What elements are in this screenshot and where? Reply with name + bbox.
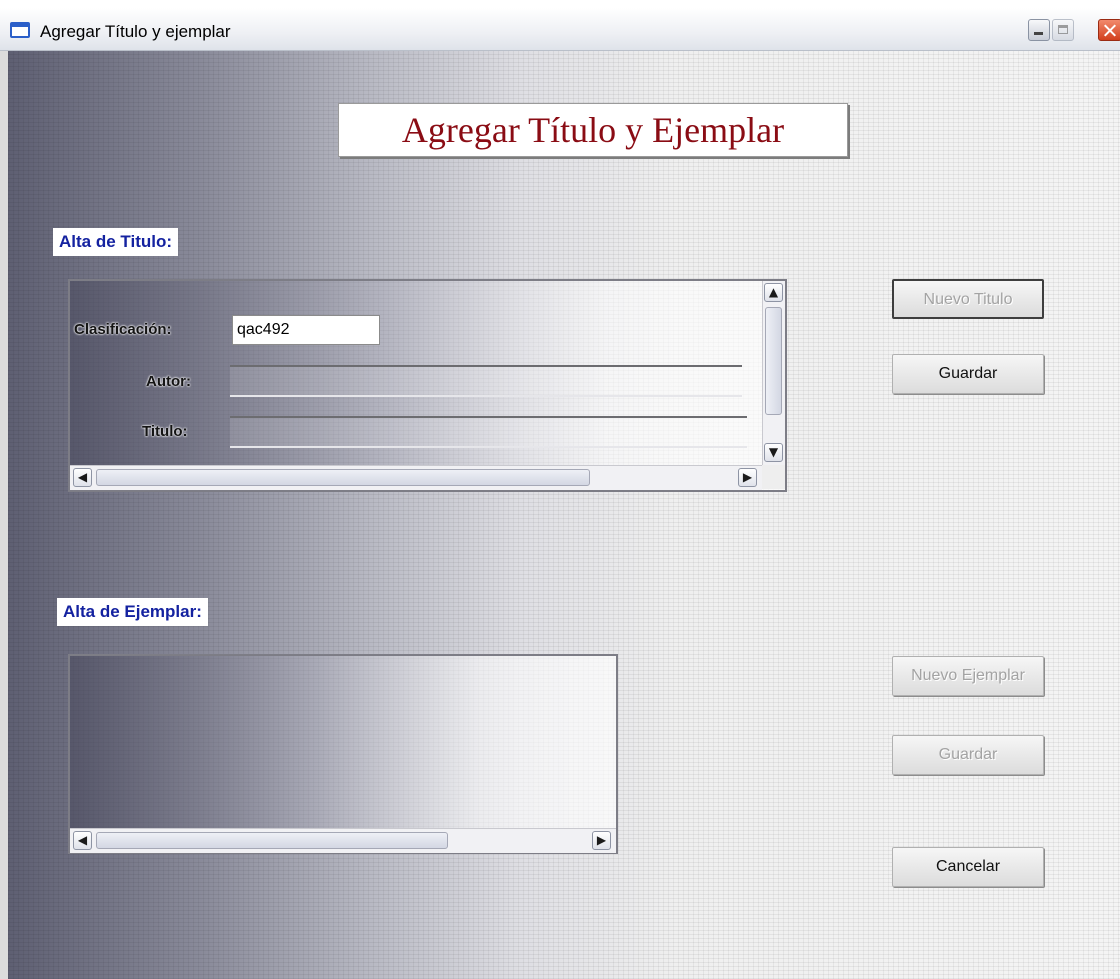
horizontal-scrollbar[interactable]: ◀ ▶ — [70, 465, 762, 490]
nuevo-titulo-button[interactable]: Nuevo Titulo — [892, 279, 1044, 319]
vertical-scrollbar[interactable]: ▲ ▼ — [762, 281, 785, 465]
title-bar[interactable]: Agregar Título y ejemplar — [0, 8, 1120, 51]
horizontal-scroll-thumb[interactable] — [96, 832, 448, 849]
scroll-right-icon[interactable]: ▶ — [592, 831, 611, 850]
close-button[interactable] — [1098, 19, 1120, 41]
page-title: Agregar Título y Ejemplar — [338, 103, 848, 157]
section-label-alta-titulo: Alta de Titulo: — [53, 228, 179, 256]
clasificacion-label: Clasificación: — [74, 321, 172, 338]
minimize-button[interactable] — [1028, 19, 1050, 41]
cancelar-button[interactable]: Cancelar — [892, 847, 1044, 887]
titulo-field[interactable] — [230, 416, 747, 448]
autor-field[interactable] — [230, 365, 742, 397]
alta-ejemplar-panel: ◀ ▶ — [68, 654, 618, 854]
form-area: Agregar Título y Ejemplar Alta de Titulo… — [8, 51, 1120, 979]
scroll-left-icon[interactable]: ◀ — [73, 468, 92, 487]
section-label-alta-ejemplar: Alta de Ejemplar: — [57, 598, 208, 626]
autor-label: Autor: — [146, 373, 191, 390]
window: Agregar Título y ejemplar Agregar Título… — [0, 8, 1120, 979]
nuevo-ejemplar-button[interactable]: Nuevo Ejemplar — [892, 656, 1044, 696]
alta-titulo-panel: Clasificación: Autor: Titulo: ▲ ▼ ◀ ▶ — [68, 279, 787, 492]
horizontal-scroll-thumb[interactable] — [96, 469, 590, 486]
scroll-right-icon[interactable]: ▶ — [738, 468, 757, 487]
window-title: Agregar Título y ejemplar — [40, 22, 231, 41]
window-app-icon — [10, 22, 30, 38]
guardar-titulo-button[interactable]: Guardar — [892, 354, 1044, 394]
horizontal-scrollbar-ejemplar[interactable]: ◀ ▶ — [70, 828, 616, 853]
scrollbar-corner — [762, 465, 785, 489]
maximize-button[interactable] — [1052, 19, 1074, 41]
clasificacion-input[interactable] — [232, 315, 380, 345]
titulo-label: Titulo: — [142, 423, 188, 440]
scroll-down-icon[interactable]: ▼ — [764, 443, 783, 462]
scroll-left-icon[interactable]: ◀ — [73, 831, 92, 850]
scroll-up-icon[interactable]: ▲ — [764, 283, 783, 302]
guardar-ejemplar-button[interactable]: Guardar — [892, 735, 1044, 775]
vertical-scroll-thumb[interactable] — [765, 307, 782, 415]
